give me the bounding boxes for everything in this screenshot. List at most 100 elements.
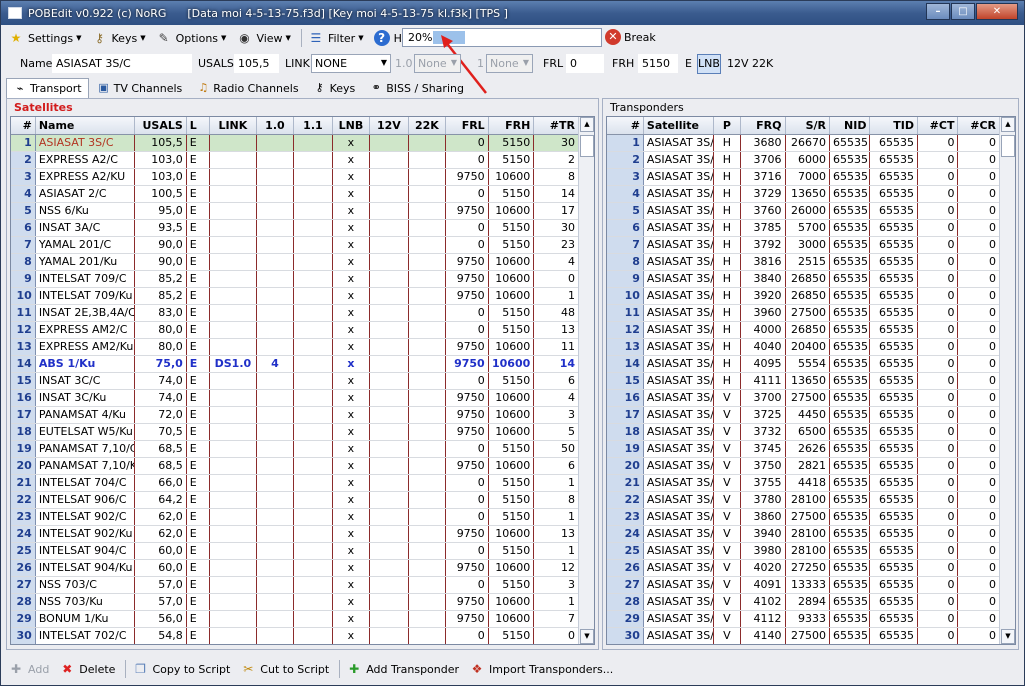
tab-keys[interactable]: ⚷ Keys — [307, 78, 362, 98]
table-row[interactable]: 4 ASIASAT 3S/(H 3729 13650 65535 65535 0 0 — [607, 185, 1000, 203]
table-row[interactable]: 5 ASIASAT 3S/(H 3760 26000 65535 65535 0 0 — [607, 202, 1000, 220]
table-row[interactable]: 11 INSAT 2E,3B,4A/C 83,0 Ex 0 5150 48 — [11, 304, 579, 322]
close-button[interactable]: ✕ — [976, 3, 1018, 20]
frl-field[interactable]: 0 — [566, 54, 604, 73]
tp-header-8[interactable]: #CR — [957, 117, 1000, 135]
tp-header-2[interactable]: P — [713, 117, 742, 135]
satellites-scrollbar[interactable]: ▲ ▼ — [578, 117, 594, 644]
scroll-down-icon[interactable]: ▼ — [580, 629, 594, 644]
keys-menu[interactable]: ⚷ Keys ▼ — [92, 30, 145, 46]
table-row[interactable]: 7 YAMAL 201/C 90,0 Ex 0 5150 23 — [11, 236, 579, 254]
table-row[interactable]: 16 ASIASAT 3S/(V 3700 27500 65535 65535 0 0 — [607, 389, 1000, 407]
sat-header-0[interactable]: # — [11, 117, 36, 135]
e-toggle[interactable]: E — [685, 57, 692, 70]
sat-header-7[interactable]: LNB — [332, 117, 371, 135]
sat-header-5[interactable]: 1.0 — [256, 117, 295, 135]
sat-header-10[interactable]: FRL — [445, 117, 489, 135]
table-row[interactable]: 23 INTELSAT 902/C 62,0 Ex 0 5150 1 — [11, 508, 579, 526]
22k-toggle[interactable]: 22K — [752, 57, 773, 70]
sat-header-8[interactable]: 12V — [369, 117, 409, 135]
maximize-button[interactable]: □ — [951, 3, 975, 20]
table-row[interactable]: 14 ASIASAT 3S/(H 4095 5554 65535 65535 0 0 — [607, 355, 1000, 373]
cut-to-script-button[interactable]: ✂ Cut to Script — [240, 661, 329, 677]
table-row[interactable]: 27 ASIASAT 3S/(V 4091 13333 65535 65535 0 0 — [607, 576, 1000, 594]
table-row[interactable]: 10 ASIASAT 3S/(H 3920 26850 65535 65535 0 0 — [607, 287, 1000, 305]
table-row[interactable]: 20 ASIASAT 3S/(V 3750 2821 65535 65535 0 0 — [607, 457, 1000, 475]
table-row[interactable]: 28 NSS 703/Ku 57,0 Ex 9750 10600 1 — [11, 593, 579, 611]
table-row[interactable]: 29 ASIASAT 3S/(V 4112 9333 65535 65535 0 0 — [607, 610, 1000, 628]
table-row[interactable]: 21 ASIASAT 3S/(V 3755 4418 65535 65535 0 0 — [607, 474, 1000, 492]
table-row[interactable]: 7 ASIASAT 3S/(H 3792 3000 65535 65535 0 0 — [607, 236, 1000, 254]
table-row[interactable]: 30 INTELSAT 702/C 54,8 Ex 0 5150 0 — [11, 627, 579, 644]
tp-header-7[interactable]: #CT — [917, 117, 959, 135]
table-row[interactable]: 3 EXPRESS A2/KU 103,0 Ex 9750 10600 8 — [11, 168, 579, 186]
add-button[interactable]: ✚ Add — [8, 661, 49, 677]
tp-header-4[interactable]: S/R — [785, 117, 831, 135]
table-row[interactable]: 8 ASIASAT 3S/(H 3816 2515 65535 65535 0 0 — [607, 253, 1000, 271]
table-row[interactable]: 14 ABS 1/Ku 75,0 E DS1.0 4 x 9750 10600 14 — [11, 355, 579, 373]
table-row[interactable]: 21 INTELSAT 704/C 66,0 Ex 0 5150 1 — [11, 474, 579, 492]
table-row[interactable]: 22 INTELSAT 906/C 64,2 Ex 0 5150 8 — [11, 491, 579, 509]
lnb-toggle[interactable]: LNB — [697, 54, 721, 74]
12v-toggle[interactable]: 12V — [727, 57, 749, 70]
scroll-down-icon[interactable]: ▼ — [1001, 629, 1015, 644]
table-row[interactable]: 18 EUTELSAT W5/Ku 70,5 Ex 9750 10600 5 — [11, 423, 579, 441]
table-row[interactable]: 26 ASIASAT 3S/(V 4020 27250 65535 65535 0 0 — [607, 559, 1000, 577]
satellites-grid[interactable]: # Name USALS L LINK 1.0 1.1 LNB 12V 22K FRL FRH #TR … — [10, 116, 595, 645]
import-transponders-button[interactable]: ❖ Import Transponders... — [469, 661, 614, 677]
v10-select[interactable]: None ▼ — [414, 54, 461, 73]
tab-biss-sharing[interactable]: ⚭ BISS / Sharing — [363, 78, 470, 98]
table-row[interactable]: 1 ASIASAT 3S/C 105,5 Ex 0 5150 30 — [11, 134, 579, 152]
scroll-thumb[interactable] — [1001, 135, 1015, 157]
table-row[interactable]: 11 ASIASAT 3S/(H 3960 27500 65535 65535 0 0 — [607, 304, 1000, 322]
tab-transport[interactable]: ⌁ Transport — [6, 78, 89, 98]
add-transponder-button[interactable]: ✚ Add Transponder — [346, 661, 459, 677]
table-row[interactable]: 9 INTELSAT 709/C 85,2 Ex 9750 10600 0 — [11, 270, 579, 288]
table-row[interactable]: 24 ASIASAT 3S/(V 3940 28100 65535 65535 0 0 — [607, 525, 1000, 543]
title-bar[interactable]: POBEdit v0.922 (c) NoRG [Data moi 4-5-13… — [1, 1, 1024, 25]
table-row[interactable]: 1 ASIASAT 3S/(H 3680 26670 65535 65535 0 0 — [607, 134, 1000, 152]
table-row[interactable]: 19 ASIASAT 3S/(V 3745 2626 65535 65535 0 0 — [607, 440, 1000, 458]
v11-select[interactable]: None ▼ — [486, 54, 533, 73]
table-row[interactable]: 6 ASIASAT 3S/(H 3785 5700 65535 65535 0 0 — [607, 219, 1000, 237]
minimize-button[interactable]: – — [926, 3, 950, 20]
table-row[interactable]: 22 ASIASAT 3S/(V 3780 28100 65535 65535 0 0 — [607, 491, 1000, 509]
table-row[interactable]: 3 ASIASAT 3S/(H 3716 7000 65535 65535 0 0 — [607, 168, 1000, 186]
scroll-up-icon[interactable]: ▲ — [580, 117, 594, 132]
sat-header-12[interactable]: #TR — [533, 117, 579, 135]
sat-header-9[interactable]: 22K — [408, 117, 447, 135]
table-row[interactable]: 20 PANAMSAT 7,10/Ki 68,5 Ex 9750 10600 6 — [11, 457, 579, 475]
table-row[interactable]: 2 EXPRESS A2/C 103,0 Ex 0 5150 2 — [11, 151, 579, 169]
view-menu[interactable]: ◉ View ▼ — [236, 30, 291, 46]
sat-header-6[interactable]: 1.1 — [293, 117, 333, 135]
table-row[interactable]: 8 YAMAL 201/Ku 90,0 Ex 9750 10600 4 — [11, 253, 579, 271]
table-row[interactable]: 25 ASIASAT 3S/(V 3980 28100 65535 65535 0 0 — [607, 542, 1000, 560]
table-row[interactable]: 19 PANAMSAT 7,10/C 68,5 Ex 0 5150 50 — [11, 440, 579, 458]
table-row[interactable]: 28 ASIASAT 3S/(V 4102 2894 65535 65535 0 0 — [607, 593, 1000, 611]
sat-header-1[interactable]: Name — [35, 117, 136, 135]
link-select[interactable]: NONE ▼ — [311, 54, 391, 73]
tab-radio-channels[interactable]: ♫ Radio Channels — [190, 78, 304, 98]
table-row[interactable]: 13 EXPRESS AM2/Ku 80,0 Ex 9750 10600 11 — [11, 338, 579, 356]
sat-header-3[interactable]: L — [186, 117, 211, 135]
table-row[interactable]: 10 INTELSAT 709/Ku 85,2 Ex 9750 10600 1 — [11, 287, 579, 305]
options-menu[interactable]: ✎ Options ▼ — [156, 30, 227, 46]
tp-header-6[interactable]: TID — [869, 117, 918, 135]
scroll-thumb[interactable] — [580, 135, 594, 157]
table-row[interactable]: 18 ASIASAT 3S/(V 3732 6500 65535 65535 0 0 — [607, 423, 1000, 441]
table-row[interactable]: 13 ASIASAT 3S/(H 4040 20400 65535 65535 0 0 — [607, 338, 1000, 356]
settings-menu[interactable]: ★ Settings ▼ — [8, 30, 82, 46]
tp-header-3[interactable]: FRQ — [740, 117, 786, 135]
frh-field[interactable]: 5150 — [638, 54, 678, 73]
table-row[interactable]: 17 ASIASAT 3S/(V 3725 4450 65535 65535 0 0 — [607, 406, 1000, 424]
tp-header-0[interactable]: # — [607, 117, 644, 135]
table-row[interactable]: 2 ASIASAT 3S/(H 3706 6000 65535 65535 0 0 — [607, 151, 1000, 169]
table-row[interactable]: 29 BONUM 1/Ku 56,0 Ex 9750 10600 7 — [11, 610, 579, 628]
table-row[interactable]: 24 INTELSAT 902/Ku 62,0 Ex 9750 10600 13 — [11, 525, 579, 543]
table-row[interactable]: 27 NSS 703/C 57,0 Ex 0 5150 3 — [11, 576, 579, 594]
transponders-scrollbar[interactable]: ▲ ▼ — [999, 117, 1015, 644]
table-row[interactable]: 12 ASIASAT 3S/(H 4000 26850 65535 65535 0 0 — [607, 321, 1000, 339]
name-field[interactable]: ASIASAT 3S/C — [52, 54, 192, 73]
sat-header-2[interactable]: USALS — [134, 117, 187, 135]
table-row[interactable]: 25 INTELSAT 904/C 60,0 Ex 0 5150 1 — [11, 542, 579, 560]
